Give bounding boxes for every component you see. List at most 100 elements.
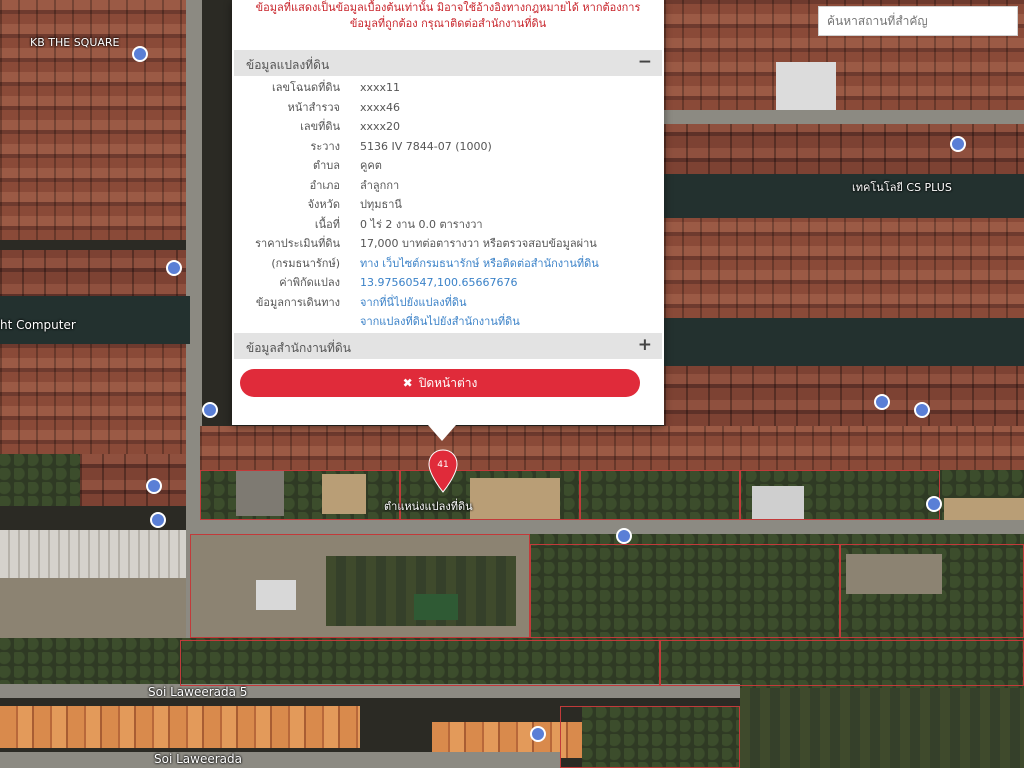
detail-value: คูคต [360,159,382,172]
place-pin-icon[interactable] [166,260,182,276]
section-title: ข้อมูลแปลงที่ดิน [246,58,330,72]
road-label: Soi Laweerada [154,752,242,766]
canal [664,318,1024,366]
road [186,520,1024,534]
parcel-outline [200,470,400,520]
marker-number: 41 [437,460,448,470]
parcel-outline [740,470,940,520]
detail-value: xxxx11 [360,81,401,94]
housing-block [80,454,186,506]
close-icon: ✖ [402,375,413,390]
place-label: KB THE SQUARE [30,36,120,49]
place-pin-icon[interactable] [150,512,166,528]
land-office-section-header[interactable]: ข้อมูลสำนักงานที่ดิน + [234,333,662,359]
parcel-outline [560,706,740,768]
detail-row: เลขโฉนดที่ดิน xxxx11 [234,78,662,98]
detail-label: ราคาประเมินที่ดิน [255,237,340,250]
housing-block [664,124,1024,174]
close-window-button[interactable]: ✖ ปิดหน้าต่าง [240,369,640,397]
appraisal-suffix: หรือติดต่อสำนักงานที่ดิน [479,256,599,270]
detail-label: ข้อมูลการเดินทาง [255,295,340,309]
detail-row: หน้าสำรวจ xxxx46 [234,98,662,118]
parcel-info-popup: ข้อมูลที่แสดงเป็นข้อมูลเบื้องต้นเท่านั้น… [232,0,664,441]
parcel-outline [530,544,840,638]
parcel-outline [180,640,660,686]
detail-value: 5136 IV 7844-07 (1000) [360,139,492,153]
treasury-website-link[interactable]: เว็บไซต์กรมธนารักษ์ [382,257,479,270]
appraisal-row: (กรมธนารักษ์) ทาง เว็บไซต์กรมธนารักษ์ หร… [234,254,662,274]
place-label: ht Computer [0,318,76,332]
detail-label: เลขที่ดิน [300,120,340,133]
collapse-icon[interactable]: − [638,52,652,72]
detail-value: ลำลูกกา [360,178,400,192]
appraisal-prefix: ทาง [360,256,383,270]
detail-row: เนื้อที่ 0 ไร่ 2 งาน 0.0 ตารางวา [234,215,662,235]
parcel-outline [580,470,740,520]
travel-row: จากแปลงที่ดินไปยังสำนักงานที่ดิน [234,312,662,332]
coords-row: ค่าพิกัดแปลง 13.97560547,100.65667676 [234,273,662,293]
orange-roofs [0,706,360,748]
detail-label: อำเภอ [309,178,340,192]
close-button-label: ปิดหน้าต่าง [418,375,478,390]
parcel-outline [840,544,1024,638]
detail-row: เลขที่ดิน xxxx20 [234,117,662,137]
place-pin-icon[interactable] [146,478,162,494]
housing-block [664,366,1024,426]
coordinates-link[interactable]: 13.97560547,100.65667676 [360,273,662,293]
disclaimer-notice: ข้อมูลที่แสดงเป็นข้อมูลเบื้องต้นเท่านั้น… [255,1,641,30]
detail-label: จังหวัด [307,198,340,211]
parcel-info-section-header[interactable]: ข้อมูลแปลงที่ดิน − [234,50,662,76]
detail-label: หน้าสำรวจ [287,100,340,114]
place-pin-icon[interactable] [950,136,966,152]
parcel-marker-icon[interactable]: 41 [426,448,460,494]
trees [0,454,80,506]
place-pin-icon[interactable] [874,394,890,410]
warehouse-roofs [0,530,186,578]
parcel-outline [660,640,1024,686]
detail-value: ทาง เว็บไซต์กรมธนารักษ์ หรือติดต่อสำนักง… [360,254,662,274]
parcel-detail-list: เลขโฉนดที่ดิน xxxx11 หน้าสำรวจ xxxx46 เลขท… [234,78,662,332]
detail-label: ค่าพิกัดแปลง [279,276,340,289]
place-pin-icon[interactable] [202,402,218,418]
detail-value: 0 ไร่ 2 งาน 0.0 ตารางวา [360,217,483,231]
road [0,684,740,698]
open-land [0,578,186,638]
detail-label: ระวาง [310,139,340,153]
place-pin-icon[interactable] [616,528,632,544]
detail-value: 17,000 บาทต่อตารางวา หรือตรวจสอบข้อมูลผ่… [360,237,597,250]
housing-block [200,426,1024,470]
housing-block [0,344,186,454]
building-roof [776,62,836,114]
travel-row: ข้อมูลการเดินทาง จากที่นี่ไปยังแปลงที่ดิ… [234,293,662,313]
section-title: ข้อมูลสำนักงานที่ดิน [246,341,351,355]
canal [664,174,1024,218]
detail-row: จังหวัด ปทุมธานี [234,195,662,215]
appraisal-row: ราคาประเมินที่ดิน 17,000 บาทต่อตารางวา ห… [234,234,662,254]
detail-value: ปทุมธานี [360,198,402,211]
detail-value: xxxx46 [360,100,401,114]
road [664,110,1024,124]
parcel-outline [190,534,530,638]
field [740,688,1024,768]
detail-row: อำเภอ ลำลูกกา [234,176,662,196]
directions-to-parcel-link[interactable]: จากที่นี่ไปยังแปลงที่ดิน [360,293,662,313]
parcel-marker-label: ตำแหน่งแปลงที่ดิน [384,500,473,513]
detail-label: เลขโฉนดที่ดิน [272,81,340,94]
detail-label: เนื้อที่ [314,217,340,231]
place-pin-icon[interactable] [530,726,546,742]
directions-to-office-link[interactable]: จากแปลงที่ดินไปยังสำนักงานที่ดิน [360,312,662,332]
detail-label: (กรมธนารักษ์) [271,256,340,270]
place-pin-icon[interactable] [914,402,930,418]
detail-row: ระวาง 5136 IV 7844-07 (1000) [234,137,662,157]
place-pin-icon[interactable] [926,496,942,512]
place-pin-icon[interactable] [132,46,148,62]
expand-icon[interactable]: + [638,335,652,355]
housing-block [664,218,1024,318]
detail-row: ตำบล คูคต [234,156,662,176]
place-search-input[interactable] [818,6,1018,36]
detail-label: ตำบล [312,159,340,172]
detail-label [234,312,360,332]
detail-value: xxxx20 [360,120,401,133]
place-label: เทคโนโลยี CS PLUS [852,181,952,194]
road-label: Soi Laweerada 5 [148,685,248,699]
